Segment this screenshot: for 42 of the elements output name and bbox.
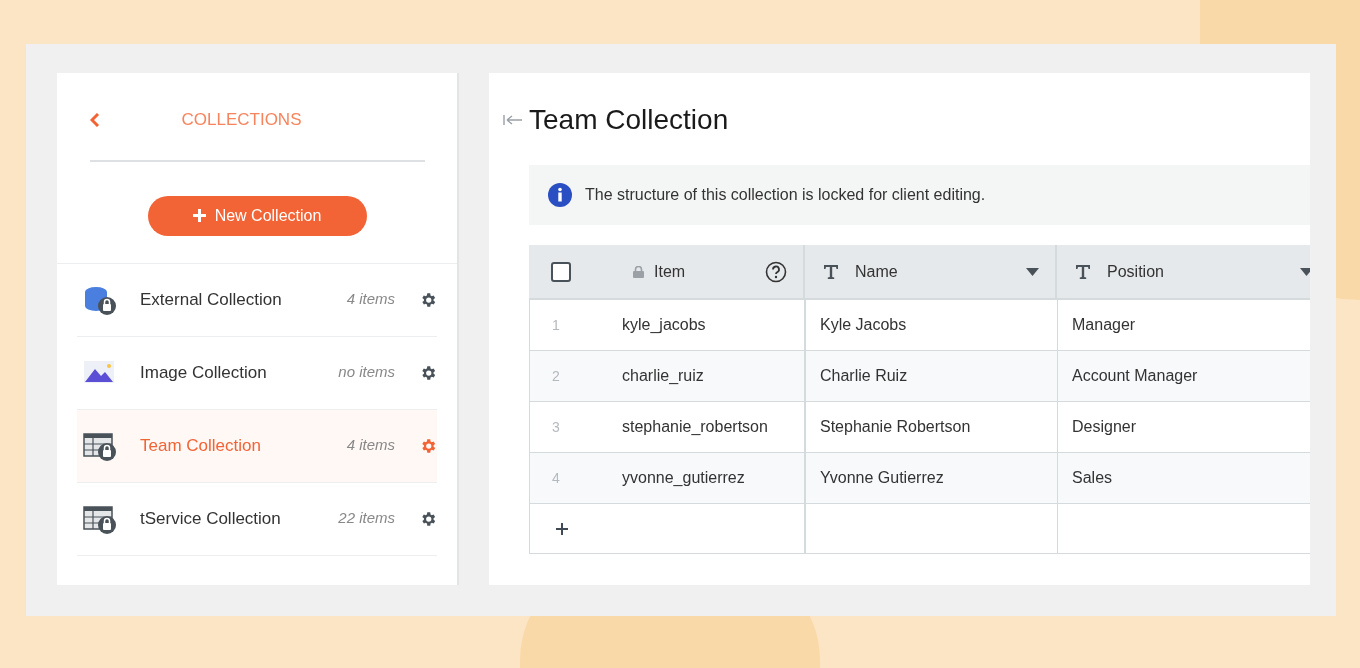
dropdown-caret-icon[interactable] [1300, 267, 1310, 276]
text-type-icon [823, 264, 839, 279]
page-title: Team Collection [529, 103, 729, 137]
back-chevron-icon[interactable] [90, 112, 100, 127]
table-cell-text: Sales [1072, 468, 1113, 488]
plus-icon [192, 209, 206, 222]
item-count: 4 items [345, 435, 395, 456]
column-header[interactable]: Name [855, 259, 1026, 284]
item-count: 4 items [345, 289, 395, 310]
table-cell-text: Manager [1072, 315, 1136, 335]
notice-text: The structure of this collection is locked for client editing. [585, 185, 986, 205]
collection-name: Image Collection [140, 361, 268, 384]
table-cell-text: Yvonne Gutierrez [820, 468, 944, 488]
sidebar-title: COLLECTIONS [180, 109, 303, 131]
collection-name: External Collection [140, 288, 283, 311]
dropdown-caret-icon[interactable] [1026, 267, 1039, 276]
table-cell-text: yvonne_gutierrez [622, 468, 745, 488]
row-number: 1 [552, 315, 561, 335]
table-cell-text: Account Manager [1072, 366, 1198, 386]
collapse-icon[interactable] [503, 114, 523, 126]
collection-name: tService Collection [140, 507, 282, 530]
row-number: 4 [552, 468, 561, 488]
select-all-checkbox[interactable] [551, 261, 571, 282]
collection-name: Team Collection [140, 434, 262, 457]
item-count: no items [337, 362, 395, 383]
table-cell-text: kyle_jacobs [622, 315, 706, 335]
info-icon [548, 183, 572, 207]
item-count: 22 items [337, 508, 395, 529]
add-row-icon[interactable] [556, 522, 568, 535]
column-header[interactable]: Item [654, 259, 765, 284]
lock-icon [633, 265, 644, 278]
table-cell-text: Stephanie Robertson [820, 417, 971, 437]
text-type-icon [1075, 264, 1091, 279]
row-number: 3 [552, 417, 561, 437]
column-header[interactable]: Position [1107, 259, 1300, 284]
row-number: 2 [552, 366, 561, 386]
table-cell-text: charlie_ruiz [622, 366, 704, 386]
table-cell-text: Kyle Jacobs [820, 315, 907, 335]
table-cell-text: Charlie Ruiz [820, 366, 908, 386]
table-cell-text: Designer [1072, 417, 1137, 437]
table-cell-text: stephanie_robertson [622, 417, 768, 437]
help-icon[interactable] [765, 260, 787, 283]
